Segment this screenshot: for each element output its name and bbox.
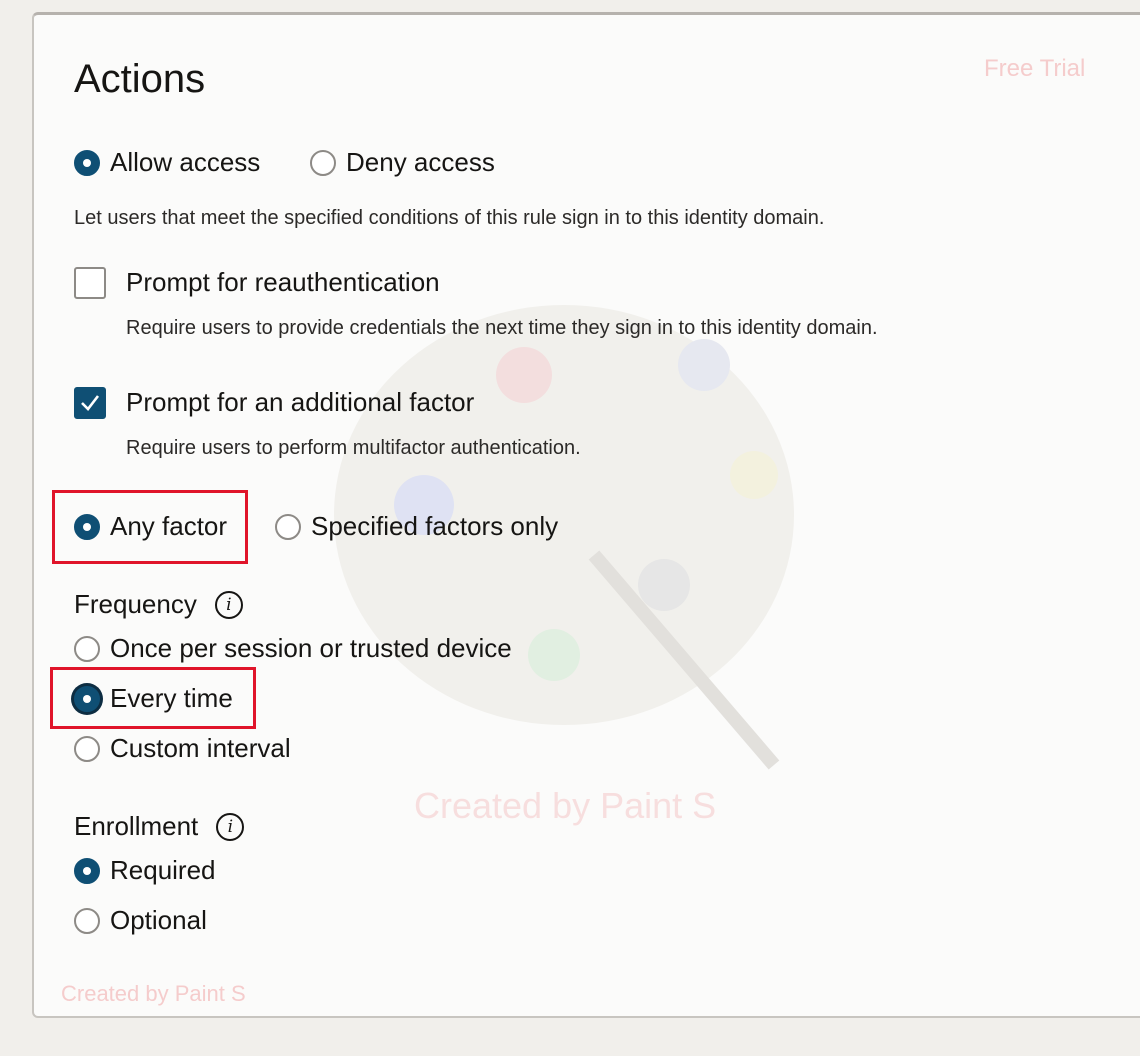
- enrollment-info-icon[interactable]: i: [216, 812, 245, 841]
- deny-access-label: Deny access: [346, 147, 495, 177]
- specified-factors-radio-button[interactable]: [275, 513, 301, 540]
- frequency-custom-radio-button[interactable]: [74, 735, 100, 762]
- frequency-info-icon[interactable]: i: [214, 590, 243, 619]
- frequency-once-radio[interactable]: Once per session or trusted device: [74, 633, 512, 664]
- enrollment-required-radio-button[interactable]: [74, 857, 100, 884]
- access-description: Let users that meet the specified condit…: [74, 207, 825, 229]
- actions-panel: Actions Free Trial Created by Paint S Al…: [32, 12, 1140, 1018]
- free-trial-watermark: Free Trial: [984, 55, 1086, 82]
- deny-access-radio-button[interactable]: [310, 149, 336, 176]
- additional-factor-checkbox[interactable]: [74, 387, 106, 419]
- any-factor-label: Any factor: [110, 511, 228, 541]
- frequency-header: Frequency i: [74, 589, 243, 620]
- enrollment-header: Enrollment i: [74, 811, 245, 842]
- enrollment-required-label: Required: [110, 855, 216, 885]
- specified-factors-radio[interactable]: Specified factors only: [275, 511, 558, 542]
- deny-access-radio[interactable]: Deny access: [310, 147, 495, 178]
- enrollment-label: Enrollment: [74, 811, 199, 841]
- allow-access-radio-button[interactable]: [74, 149, 100, 176]
- frequency-once-radio-button[interactable]: [74, 635, 100, 662]
- frequency-label: Frequency: [74, 589, 197, 619]
- reauth-checkbox[interactable]: [74, 267, 106, 299]
- enrollment-optional-label: Optional: [110, 905, 207, 935]
- frequency-every-time-radio-button[interactable]: [74, 685, 100, 712]
- frequency-custom-label: Custom interval: [110, 733, 291, 763]
- additional-factor-description: Require users to perform multifactor aut…: [126, 437, 581, 459]
- checkmark-icon: [81, 395, 100, 411]
- enrollment-required-radio[interactable]: Required: [74, 855, 216, 886]
- enrollment-optional-radio[interactable]: Optional: [74, 905, 207, 936]
- frequency-once-label: Once per session or trusted device: [110, 633, 512, 663]
- additional-factor-label: Prompt for an additional factor: [126, 387, 475, 417]
- specified-factors-label: Specified factors only: [311, 511, 559, 541]
- frequency-every-time-radio[interactable]: Every time: [74, 683, 233, 714]
- center-watermark: Created by Paint S: [414, 785, 717, 826]
- any-factor-radio-button[interactable]: [74, 513, 100, 540]
- enrollment-optional-radio-button[interactable]: [74, 907, 100, 934]
- allow-access-radio[interactable]: Allow access: [74, 147, 260, 178]
- any-factor-radio[interactable]: Any factor: [74, 511, 227, 542]
- frequency-custom-radio[interactable]: Custom interval: [74, 733, 291, 764]
- bottom-watermark: Created by Paint S: [61, 981, 246, 1006]
- allow-access-label: Allow access: [110, 147, 261, 177]
- reauth-description: Require users to provide credentials the…: [126, 317, 878, 339]
- frequency-every-time-label: Every time: [110, 683, 233, 713]
- reauth-label: Prompt for reauthentication: [126, 267, 440, 297]
- page-title: Actions: [74, 57, 206, 101]
